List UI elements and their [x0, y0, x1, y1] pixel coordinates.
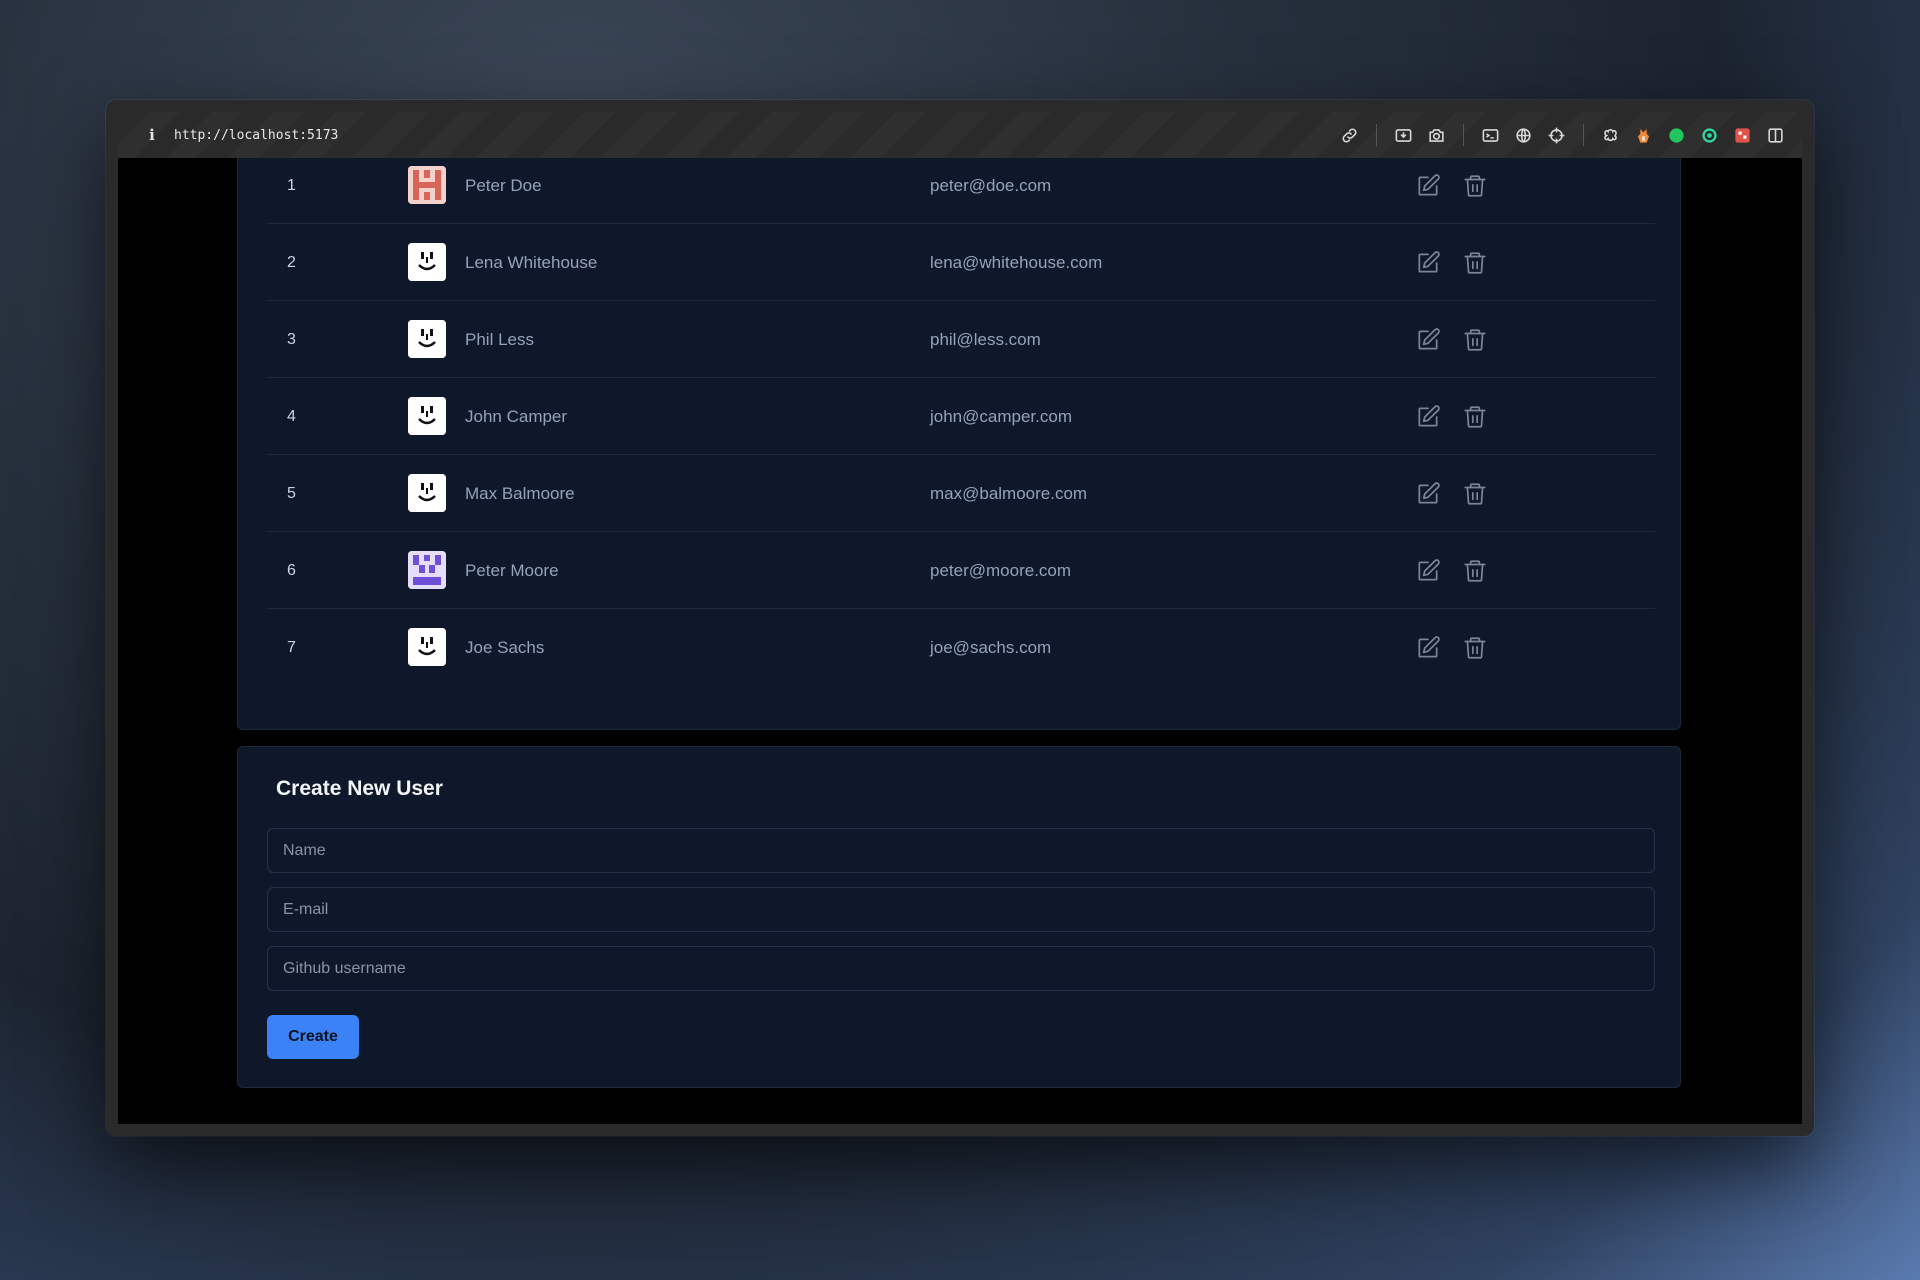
terminal-icon[interactable]: [1474, 120, 1507, 150]
user-email: lena@whitehouse.com: [930, 253, 1103, 272]
avatar: [408, 397, 446, 435]
camera-icon[interactable]: [1420, 120, 1453, 150]
avatar: [408, 166, 446, 204]
globe-icon[interactable]: [1507, 120, 1540, 150]
avatar: [408, 243, 446, 281]
trash-icon[interactable]: [1460, 402, 1490, 432]
table-row: 4 John Camper john@camper.com: [267, 378, 1655, 455]
table-row: 5 Max Balmoore max@balmoore.com: [267, 455, 1655, 532]
user-name: Peter Moore: [465, 561, 559, 580]
row-number: 3: [287, 331, 296, 348]
form-title: Create New User: [276, 777, 443, 800]
email-input[interactable]: [267, 887, 1655, 932]
row-number: 1: [287, 177, 296, 194]
name-input[interactable]: [267, 828, 1655, 873]
fox-icon[interactable]: [1627, 120, 1660, 150]
edit-icon[interactable]: [1413, 171, 1443, 201]
avatar: [408, 628, 446, 666]
edit-icon[interactable]: [1413, 633, 1443, 663]
row-number: 4: [287, 408, 296, 425]
toolbar-actions: [1333, 120, 1792, 150]
user-name: Peter Doe: [465, 176, 542, 195]
table-row: 2 Lena Whitehouse lena@whitehouse.com: [267, 224, 1655, 301]
user-name: John Camper: [465, 407, 568, 426]
row-number: 2: [287, 254, 296, 271]
github-username-input[interactable]: [267, 946, 1655, 991]
trash-icon[interactable]: [1460, 479, 1490, 509]
user-email: peter@moore.com: [930, 561, 1072, 580]
table-row: 1 Peter Doe peter@doe.com: [267, 158, 1655, 224]
toolbar-divider: [1376, 124, 1377, 146]
edit-icon[interactable]: [1413, 556, 1443, 586]
user-email: max@balmoore.com: [930, 484, 1088, 503]
page-viewport: 1 Peter Doe peter@doe.com 2 Lena Whitehouse l…: [118, 158, 1802, 1124]
trash-icon[interactable]: [1460, 248, 1490, 278]
avatar: [408, 551, 446, 589]
avatar: [408, 320, 446, 358]
puzzle-icon[interactable]: [1726, 120, 1759, 150]
link-icon[interactable]: [1333, 120, 1366, 150]
user-name: Phil Less: [465, 330, 534, 349]
user-email: john@camper.com: [930, 407, 1072, 426]
browser-window: i http://localhost:5173 1 Peter Doe pete…: [106, 100, 1814, 1136]
user-name: Lena Whitehouse: [465, 253, 598, 272]
crosshair-icon[interactable]: [1540, 120, 1573, 150]
user-email: phil@less.com: [930, 330, 1041, 349]
row-number: 5: [287, 485, 296, 502]
edit-icon[interactable]: [1413, 402, 1443, 432]
edit-icon[interactable]: [1413, 479, 1443, 509]
info-icon[interactable]: i: [140, 126, 164, 144]
avatar: [408, 474, 446, 512]
trash-icon[interactable]: [1460, 171, 1490, 201]
table-row: 6 Peter Moore peter@moore.com: [267, 532, 1655, 609]
trash-icon[interactable]: [1460, 633, 1490, 663]
browser-toolbar: i http://localhost:5173: [118, 112, 1802, 159]
trash-icon[interactable]: [1460, 325, 1490, 355]
user-name: Max Balmoore: [465, 484, 575, 503]
sidebar-icon[interactable]: [1759, 120, 1792, 150]
extension-icon[interactable]: [1594, 120, 1627, 150]
row-number: 6: [287, 562, 296, 579]
create-button[interactable]: Create: [267, 1015, 359, 1059]
trash-icon[interactable]: [1460, 556, 1490, 586]
user-email: peter@doe.com: [930, 176, 1052, 195]
toolbar-divider: [1463, 124, 1464, 146]
edit-icon[interactable]: [1413, 248, 1443, 278]
toolbar-divider: [1583, 124, 1584, 146]
url-bar[interactable]: http://localhost:5173: [174, 128, 338, 143]
user-email: joe@sachs.com: [930, 638, 1052, 657]
table-row: 7 Joe Sachs joe@sachs.com: [267, 609, 1655, 686]
status-dot-icon[interactable]: [1660, 120, 1693, 150]
create-user-form: Create New User Create: [237, 746, 1681, 1088]
row-number: 7: [287, 639, 296, 656]
edit-icon[interactable]: [1413, 325, 1443, 355]
screenshot-icon[interactable]: [1387, 120, 1420, 150]
table-row: 3 Phil Less phil@less.com: [267, 301, 1655, 378]
user-name: Joe Sachs: [465, 638, 545, 657]
target-icon[interactable]: [1693, 120, 1726, 150]
users-table: 1 Peter Doe peter@doe.com 2 Lena Whitehouse l…: [237, 158, 1681, 730]
